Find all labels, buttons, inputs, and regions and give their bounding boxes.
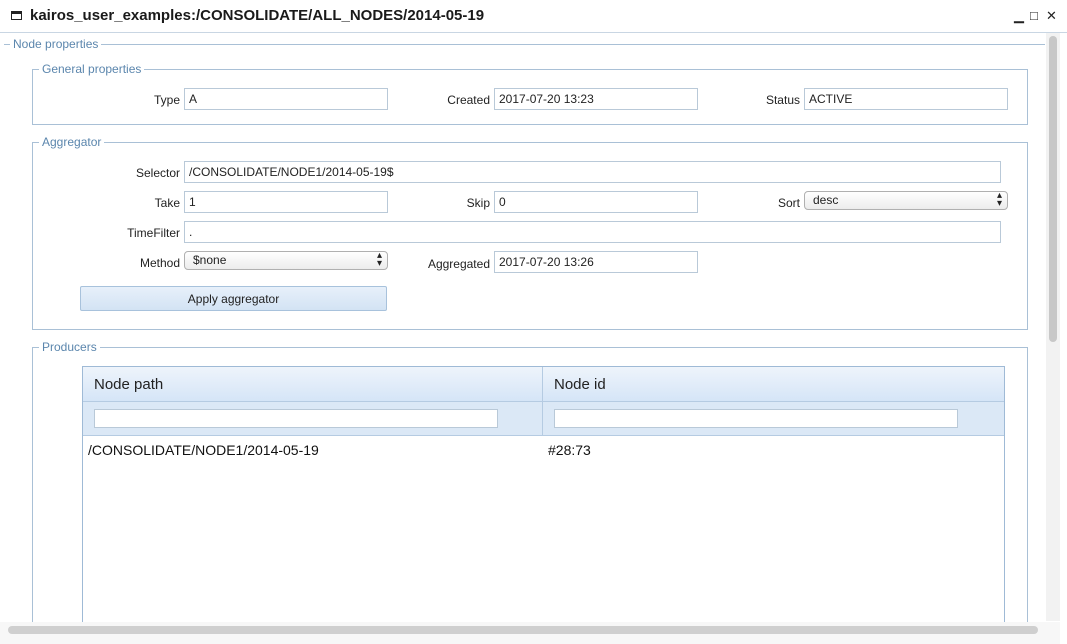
status-label: Status (765, 93, 800, 107)
skip-field[interactable]: 0 (494, 191, 698, 213)
row-node-id-cell[interactable]: #28:73 (548, 442, 591, 458)
method-select[interactable]: $none ▴ ▾ (184, 251, 388, 270)
selector-field[interactable]: /CONSOLIDATE/NODE1/2014-05-19$ (184, 161, 1001, 183)
grid-filter-row (83, 402, 1004, 436)
take-label: Take (154, 196, 180, 210)
type-field[interactable]: A (184, 88, 388, 110)
select-arrows-icon: ▴ ▾ (376, 250, 382, 269)
row-node-path-cell[interactable]: /CONSOLIDATE/NODE1/2014-05-19 (88, 442, 319, 458)
minimize-icon[interactable]: ▁ (1014, 8, 1024, 24)
sort-select-value: desc (813, 193, 839, 207)
sort-select[interactable]: desc ▴ ▾ (804, 191, 1008, 210)
producers-grid: Node path Node id /CONSOLIDATE/NODE1/201… (82, 366, 1005, 622)
aggregated-field[interactable]: 2017-07-20 13:26 (494, 251, 698, 273)
column-header-node-id[interactable]: Node id (554, 376, 606, 393)
select-arrows-icon: ▴ ▾ (996, 190, 1002, 209)
selector-label: Selector (135, 166, 180, 180)
aggregator-legend: Aggregator (42, 135, 102, 149)
timefilter-label: TimeFilter (127, 226, 180, 240)
close-icon[interactable]: ✕ (1046, 8, 1057, 24)
apply-aggregator-button[interactable]: Apply aggregator (80, 286, 387, 311)
grid-header: Node path Node id (83, 367, 1004, 402)
take-field[interactable]: 1 (184, 191, 388, 213)
skip-label: Skip (466, 196, 490, 210)
node-properties-panel: Node properties General properties Type … (0, 33, 1045, 622)
method-select-value: $none (193, 253, 227, 267)
column-divider (542, 367, 543, 435)
created-label: Created (447, 93, 490, 107)
node-properties-legend: Node properties (13, 37, 99, 51)
general-properties-legend: General properties (42, 62, 142, 76)
producers-legend: Producers (42, 340, 97, 354)
node-path-filter-input[interactable] (94, 409, 498, 428)
method-label: Method (139, 256, 180, 270)
node-id-filter-input[interactable] (554, 409, 958, 428)
window-icon (11, 11, 22, 20)
vertical-scrollbar[interactable] (1046, 33, 1060, 621)
sort-label: Sort (777, 196, 800, 210)
horizontal-scrollbar[interactable] (0, 622, 1060, 644)
status-field[interactable]: ACTIVE (804, 88, 1008, 110)
type-label: Type (153, 93, 180, 107)
window-title: kairos_user_examples:/CONSOLIDATE/ALL_NO… (30, 7, 485, 24)
timefilter-field[interactable]: . (184, 221, 1001, 243)
horizontal-scroll-thumb[interactable] (8, 626, 1038, 634)
window-titlebar: kairos_user_examples:/CONSOLIDATE/ALL_NO… (0, 0, 1067, 33)
created-field[interactable]: 2017-07-20 13:23 (494, 88, 698, 110)
column-header-node-path[interactable]: Node path (94, 376, 163, 393)
aggregated-label: Aggregated (427, 257, 490, 271)
maximize-icon[interactable]: □ (1030, 8, 1038, 24)
vertical-scroll-thumb[interactable] (1049, 36, 1057, 342)
